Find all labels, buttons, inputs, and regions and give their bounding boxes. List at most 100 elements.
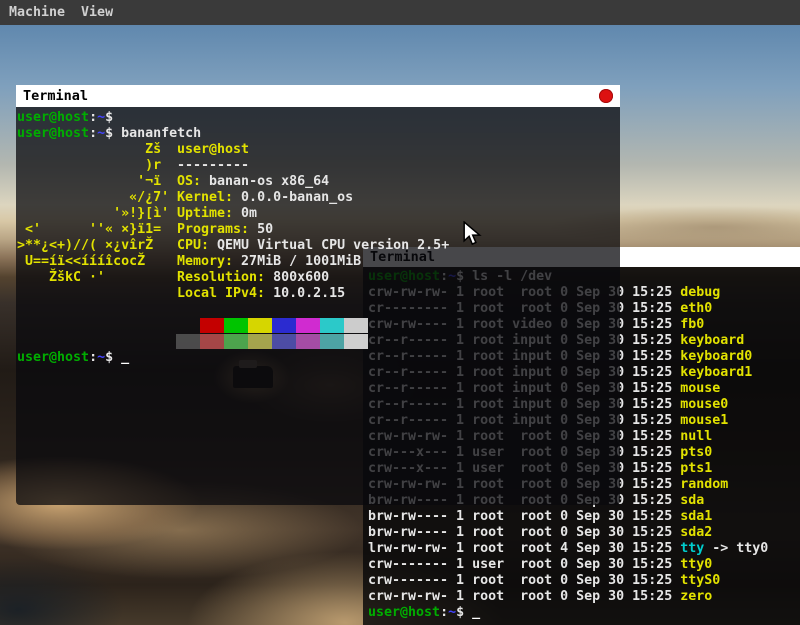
fetch-value: 800x600	[265, 270, 329, 285]
terminal-window-bananfetch: Terminal user@host:~$user@host:~$ bananf…	[16, 85, 620, 505]
command-line: user@host:~$ bananfetch	[17, 126, 620, 142]
ls-filename: mouse1	[680, 413, 728, 428]
ls-row: crw------- 1 root root 0 Sep 30 15:25 tt…	[368, 573, 800, 589]
fetch-label: OS:	[177, 174, 201, 189]
prompt-path: ~	[97, 350, 105, 365]
text-cursor: _	[472, 605, 480, 620]
ls-filename: sda2	[680, 525, 712, 540]
front-terminal-titlebar[interactable]: Terminal	[16, 85, 620, 107]
ls-row: brw-rw---- 1 root root 0 Sep 30 15:25 sd…	[368, 525, 800, 541]
fetch-label: Kernel:	[177, 190, 233, 205]
fetch-row: '¬ïOS: banan-os x86_64	[17, 174, 620, 190]
fetch-row: U==íï<<íííîcocŽMemory: 27MiB / 1001MiB	[17, 254, 620, 270]
ls-filename: tty	[680, 541, 704, 556]
fetch-row: )r---------	[17, 158, 620, 174]
ls-details: crw------- 1 root root 0 Sep 30 15:25	[368, 573, 680, 588]
fetch-value: ---------	[177, 158, 249, 173]
mouse-pointer-icon	[463, 221, 482, 248]
ascii-art: '»!}[ì'	[17, 206, 177, 222]
fetch-label: Programs:	[177, 222, 249, 237]
prompt-colon: :	[89, 350, 97, 365]
color-swatch	[224, 318, 248, 333]
fetch-row: >**¿<+)//( ×¿vîrŽCPU: QEMU Virtual CPU v…	[17, 238, 620, 254]
color-swatch	[272, 334, 296, 349]
space	[464, 605, 472, 620]
color-swatch	[176, 318, 200, 333]
ls-filename: fb0	[680, 317, 704, 332]
prompt-dollar: $	[105, 110, 113, 125]
fetch-value: banan-os x86_64	[201, 174, 329, 189]
blank-line	[17, 302, 620, 318]
ascii-art: U==íï<<íííîcocŽ	[17, 254, 177, 270]
ls-filename: null	[680, 429, 712, 444]
close-icon[interactable]	[599, 89, 613, 103]
space	[113, 350, 121, 365]
ls-details: brw-rw---- 1 root root 0 Sep 30 15:25	[368, 525, 680, 540]
ls-link-target: -> tty0	[704, 541, 768, 556]
color-swatch	[200, 318, 224, 333]
ls-filename: eth0	[680, 301, 712, 316]
menubar: Machine View	[0, 0, 800, 25]
ls-row: brw-rw---- 1 root root 0 Sep 30 15:25 sd…	[368, 509, 800, 525]
color-swatch	[296, 334, 320, 349]
ls-details: crw------- 1 user root 0 Sep 30 15:25	[368, 557, 680, 572]
ls-row: crw------- 1 user root 0 Sep 30 15:25 tt…	[368, 557, 800, 573]
menu-item-view[interactable]: View	[81, 5, 113, 20]
ls-details: brw-rw---- 1 root root 0 Sep 30 15:25	[368, 509, 680, 524]
prompt-user: user@host	[17, 110, 89, 125]
color-swatch	[272, 318, 296, 333]
ls-filename: tty0	[680, 557, 712, 572]
fetch-row: Zšuser@host	[17, 142, 620, 158]
prompt-line: user@host:~$	[17, 110, 620, 126]
ls-filename: ttyS0	[680, 573, 720, 588]
menu-item-machine[interactable]: Machine	[9, 5, 65, 20]
fetch-row: '»!}[ì'Uptime: 0m	[17, 206, 620, 222]
ascii-art: <' ''« ×}ï1=	[17, 222, 177, 238]
terminal-content[interactable]: user@host:~$user@host:~$ bananfetch Zšus…	[16, 107, 620, 505]
command-text: bananfetch	[113, 126, 201, 141]
prompt-dollar: $	[456, 605, 464, 620]
fetch-row: «/¿7'Kernel: 0.0.0-banan_os	[17, 190, 620, 206]
prompt-line: user@host:~$ _	[368, 605, 800, 621]
fetch-label: user@host	[177, 142, 249, 157]
prompt-user: user@host	[17, 126, 89, 141]
fetch-row: <' ''« ×}ï1=Programs: 50	[17, 222, 620, 238]
color-swatch	[296, 318, 320, 333]
window-title: Terminal	[23, 88, 88, 104]
ls-filename: keyboard0	[680, 349, 752, 364]
ls-filename: sda	[680, 493, 704, 508]
ascii-art: «/¿7'	[17, 190, 177, 206]
prompt-path: ~	[97, 110, 105, 125]
color-swatch	[248, 334, 272, 349]
color-swatch	[344, 334, 368, 349]
fetch-value: 0m	[233, 206, 257, 221]
ls-filename: mouse0	[680, 397, 728, 412]
fetch-label: Resolution:	[177, 270, 265, 285]
ls-filename: zero	[680, 589, 712, 604]
vm-screen: MachineView Terminal user@host:~$ ls -l …	[0, 0, 800, 625]
color-swatch	[176, 334, 200, 349]
color-palette-row	[17, 334, 620, 350]
prompt-line: user@host:~$ _	[17, 350, 620, 366]
prompt-path: ~	[97, 126, 105, 141]
ls-row: lrw-rw-rw- 1 root root 4 Sep 30 15:25 tt…	[368, 541, 800, 557]
color-swatch	[224, 334, 248, 349]
fetch-value: 27MiB / 1001MiB	[233, 254, 361, 269]
prompt-user: user@host	[17, 350, 89, 365]
prompt-path: ~	[448, 605, 456, 620]
ls-row: crw-rw-rw- 1 root root 0 Sep 30 15:25 ze…	[368, 589, 800, 605]
color-swatch	[344, 318, 368, 333]
fetch-label: Memory:	[177, 254, 233, 269]
ls-filename: sda1	[680, 509, 712, 524]
prompt-dollar: $	[105, 126, 113, 141]
prompt-user: user@host	[368, 605, 440, 620]
fetch-label: CPU:	[177, 238, 209, 253]
prompt-dollar: $	[105, 350, 113, 365]
fetch-value: 50	[249, 222, 273, 237]
fetch-value: QEMU Virtual CPU version 2.5+	[209, 238, 449, 253]
fetch-value: 10.0.2.15	[265, 286, 345, 301]
fetch-label: Uptime:	[177, 206, 233, 221]
fetch-value: 0.0.0-banan_os	[233, 190, 353, 205]
ls-filename: keyboard1	[680, 365, 752, 380]
fetch-row: Local IPv4: 10.0.2.15	[17, 286, 620, 302]
